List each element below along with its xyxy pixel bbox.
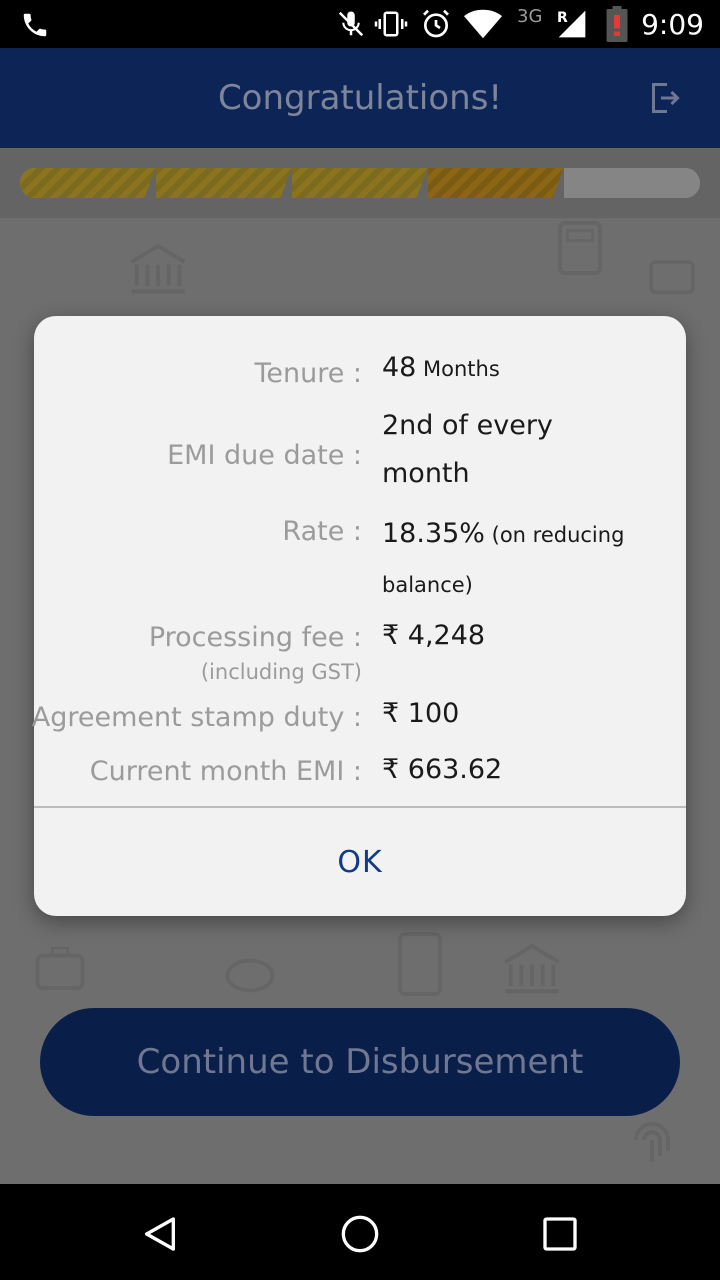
progress-step-1 bbox=[20, 168, 168, 198]
processing-fee-label: Processing fee : bbox=[148, 622, 362, 653]
continue-button-label: Continue to Disbursement bbox=[136, 1042, 584, 1082]
rate-label: Rate : bbox=[282, 516, 362, 547]
briefcase-doodle-icon bbox=[35, 946, 85, 990]
back-icon[interactable] bbox=[140, 1214, 180, 1254]
alarm-icon bbox=[423, 9, 449, 38]
fingerprint-doodle-icon bbox=[634, 1122, 670, 1162]
status-bar: 3G R 9:09 bbox=[0, 0, 720, 48]
logout-icon[interactable] bbox=[646, 80, 682, 116]
calculator-doodle-icon bbox=[558, 221, 602, 275]
progress-step-3 bbox=[292, 168, 440, 198]
rate-value: 18.35% (on reducing bbox=[382, 518, 625, 549]
bank-doodle-icon-2 bbox=[504, 943, 560, 994]
stamp-duty-value: ₹ 100 bbox=[382, 698, 460, 729]
vibrate-icon bbox=[374, 11, 408, 37]
emi-due-date-value-line1: 2nd of every bbox=[382, 410, 553, 441]
emi-due-date-value-line2: month bbox=[382, 458, 470, 489]
rate-value-line2: balance) bbox=[382, 573, 473, 597]
clock: 9:09 bbox=[641, 8, 704, 41]
pos-machine-doodle-icon bbox=[398, 932, 442, 996]
processing-fee-sublabel: (including GST) bbox=[200, 660, 362, 684]
wifi-icon bbox=[464, 9, 502, 39]
tenure-label: Tenure : bbox=[254, 358, 362, 389]
progress-step-5 bbox=[564, 168, 700, 198]
current-month-emi-value: ₹ 663.62 bbox=[382, 754, 503, 785]
mic-off-icon bbox=[338, 11, 364, 37]
processing-fee-value: ₹ 4,248 bbox=[382, 620, 486, 651]
loan-summary-dialog: Tenure : 48 Months EMI due date : 2nd of… bbox=[31, 316, 686, 916]
tenure-value: 48 Months bbox=[382, 352, 500, 383]
progress-step-4 bbox=[428, 168, 576, 198]
wallet-doodle-icon bbox=[649, 260, 695, 295]
ok-button[interactable]: OK bbox=[34, 808, 686, 916]
phone-icon bbox=[23, 13, 47, 37]
emi-due-date-label: EMI due date : bbox=[167, 440, 362, 471]
progress-step-2 bbox=[156, 168, 304, 198]
current-month-emi-label: Current month EMI : bbox=[89, 756, 362, 787]
progress-bar bbox=[20, 168, 700, 198]
stamp-duty-label: Agreement stamp duty : bbox=[31, 702, 362, 733]
signal-icon bbox=[558, 10, 586, 38]
page-title: Congratulations! bbox=[217, 78, 503, 118]
piggybank-doodle-icon bbox=[225, 958, 275, 993]
recent-apps-icon[interactable] bbox=[540, 1214, 580, 1254]
bank-doodle-icon bbox=[130, 243, 186, 294]
progress-strip bbox=[0, 148, 720, 218]
network-type: 3G bbox=[517, 6, 543, 27]
home-icon[interactable] bbox=[340, 1214, 380, 1254]
navigation-bar bbox=[0, 1184, 720, 1280]
continue-to-disbursement-button[interactable]: Continue to Disbursement bbox=[40, 1008, 680, 1116]
battery-low-icon bbox=[606, 6, 628, 42]
app-header: Congratulations! bbox=[0, 48, 720, 148]
